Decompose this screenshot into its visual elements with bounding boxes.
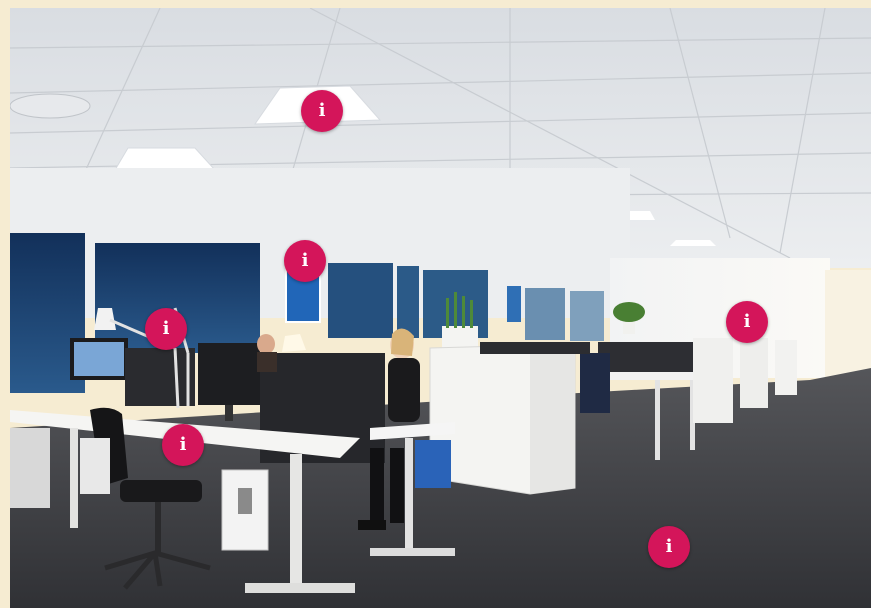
storage-cabinet [693,338,733,423]
desk-screen-divider [598,342,693,372]
window [525,288,565,340]
office-chair-seat [120,480,202,502]
bin [80,438,110,494]
ceiling-light-panel [670,240,716,246]
person-body [388,358,420,422]
person-hair [391,328,414,356]
hotspot-ceiling-light[interactable]: i [301,90,343,132]
desk-top [610,372,705,380]
planter [623,320,635,334]
person-legs [390,448,404,523]
desk-foot [370,548,455,556]
monitor [198,343,260,405]
corridor [825,270,871,380]
monitor-stand [225,405,233,421]
recycle-symbol [238,488,252,514]
hotspot-carpet[interactable]: i [648,526,690,568]
desk-leg [70,428,78,528]
desk-leg [405,438,413,556]
desk-screen-divider [480,342,590,354]
monitor-screen [74,342,124,376]
info-icon: i [162,318,170,339]
window [570,291,604,341]
person-shoes [358,520,386,530]
desk-leg [655,380,660,460]
office-chair-post [155,502,161,554]
info-icon: i [665,536,673,557]
desk-leg [290,454,302,589]
person-head [257,334,275,354]
info-icon: i [301,250,309,271]
info-icon: i [179,434,187,455]
hotspot-desk-lamp[interactable]: i [145,308,187,350]
person-legs [370,448,384,528]
ceiling-vent [10,93,91,119]
hotspot-desk[interactable]: i [162,424,204,466]
window [397,266,419,338]
plant [613,302,645,322]
hotspot-cabinet[interactable]: i [726,301,768,343]
storage-cabinet [740,338,768,408]
office-chair [580,353,610,413]
wall-poster [507,286,521,322]
info-icon: i [318,100,326,121]
person-body [257,352,277,372]
desk-foot [245,583,355,593]
info-icon: i [743,311,751,332]
hotspot-window[interactable]: i [284,240,326,282]
desk-lamp-shade [282,334,306,352]
desk-screen-divider [125,348,195,406]
white-cabinet-side [530,344,575,494]
drawer-unit [415,440,451,488]
storage-cabinet [10,428,50,508]
window [328,263,393,338]
storage-cabinet [775,340,797,395]
